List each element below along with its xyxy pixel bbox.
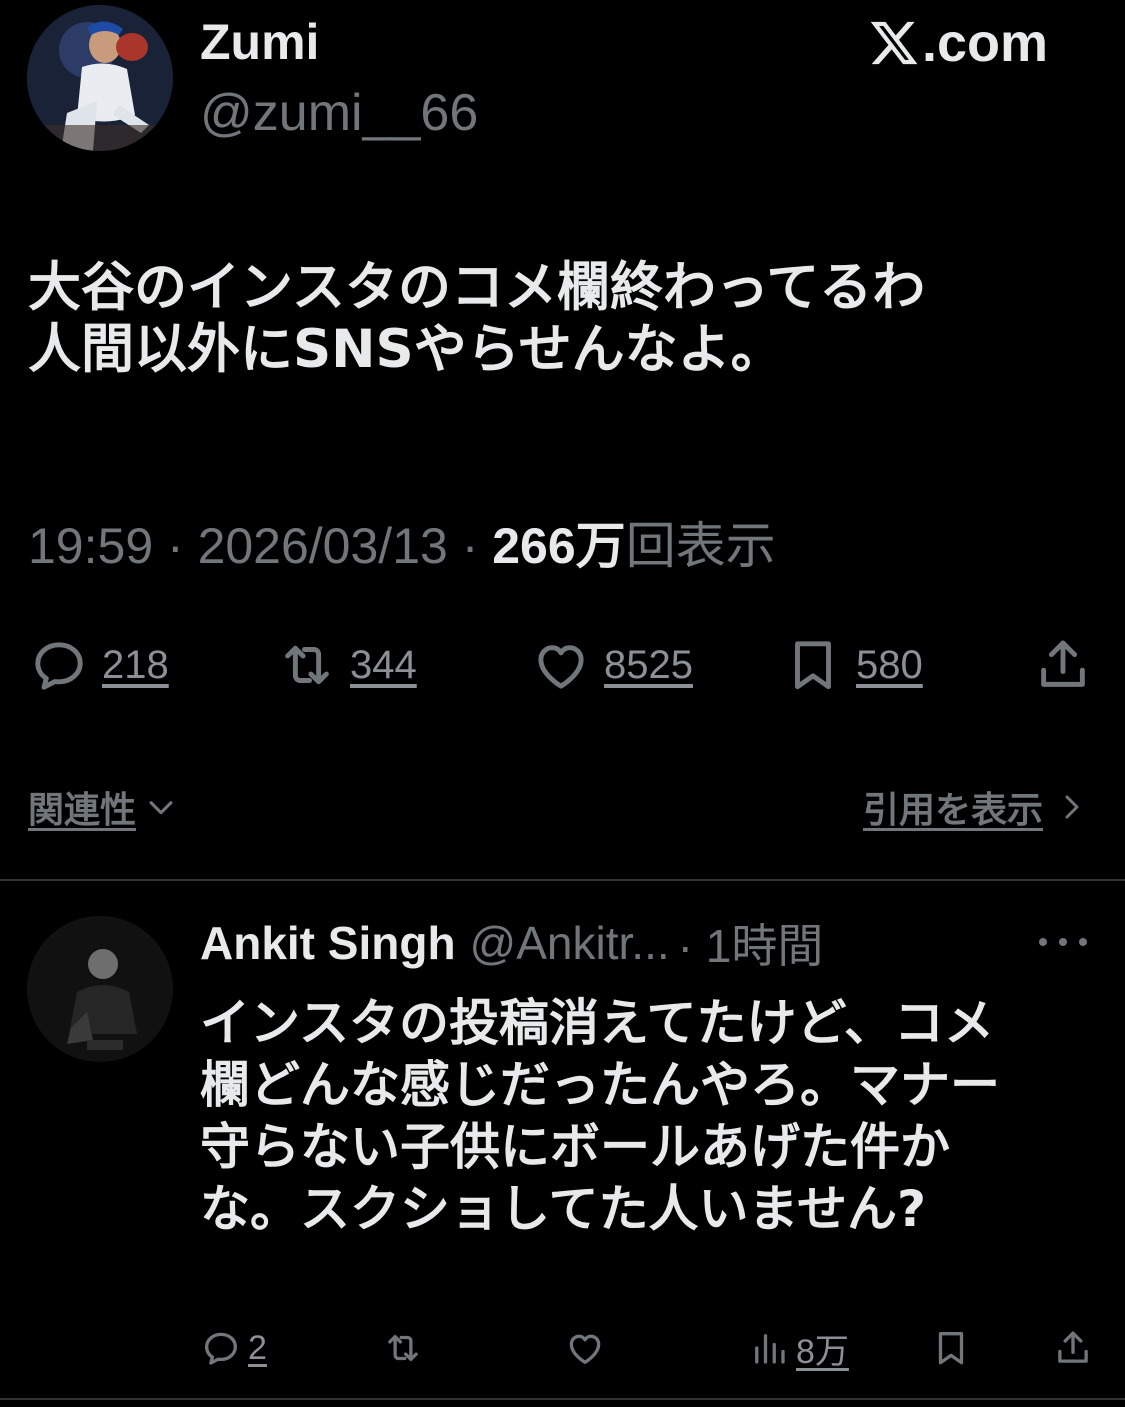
author-display-name[interactable]: Zumi (200, 12, 319, 72)
views-count: 266万 (492, 518, 626, 574)
like-button[interactable]: 8525 (530, 630, 693, 700)
repost-icon (388, 1334, 418, 1362)
reply-action-bar: 2 8万 (0, 1322, 1125, 1374)
reply-bookmark-button[interactable] (930, 1322, 972, 1374)
divider (0, 1398, 1125, 1400)
views-label: 回表示 (625, 518, 776, 574)
tweet-text: 大谷のインスタのコメ欄終わってるわ 人間以外にSNSやらせんなよ。 (28, 258, 1108, 380)
repost-icon (285, 645, 329, 685)
reply-author-name[interactable]: Ankit Singh (200, 916, 456, 970)
tweet-date[interactable]: 2026/03/13 (198, 518, 448, 574)
author-handle[interactable]: @zumi__66 (200, 82, 478, 144)
reply-count[interactable]: 218 (102, 643, 169, 688)
reply-like-button[interactable] (564, 1322, 606, 1374)
reply-header: Ankit Singh @Ankitr... · 1時間 (200, 912, 1100, 974)
tweet-time[interactable]: 19:59 (28, 518, 153, 574)
more-options-button[interactable] (1035, 920, 1091, 964)
bookmark-button[interactable]: 580 (782, 630, 923, 700)
share-icon (1058, 1331, 1088, 1363)
tweet-text-line: 大谷のインスタのコメ欄終わってるわ (28, 257, 926, 318)
reply-text-line: な。スクショしてた人いません? (200, 1180, 927, 1238)
divider (0, 879, 1125, 881)
meta-separator: · (447, 518, 493, 574)
heart-icon (569, 1334, 601, 1365)
share-button[interactable] (1032, 630, 1094, 700)
reply-reply-count[interactable]: 2 (248, 1329, 267, 1368)
reply-text-line: 守らない子供にボールあげた件か (200, 1118, 950, 1176)
reply-repost-button[interactable] (382, 1322, 424, 1374)
reply-text: インスタの投稿消えてたけど、コメ 欄どんな感じだったんやろ。マナー 守らない子供… (200, 992, 1100, 1240)
brand-text: .com (922, 13, 1049, 73)
reply-icon (204, 1332, 238, 1365)
author-avatar[interactable] (27, 5, 173, 151)
bookmark-icon (795, 641, 831, 690)
reply-button[interactable]: 218 (28, 630, 169, 700)
reply-author-avatar[interactable] (27, 916, 173, 1062)
reply-timestamp[interactable]: · 1時間 (678, 910, 824, 976)
reply-reply-button[interactable]: 2 (200, 1322, 267, 1374)
tweet-detail-page: Zumi @zumi__66 .com 大谷のインスタのコメ欄終わってるわ 人間… (0, 0, 1125, 1407)
view-quotes-label: 引用を表示 (862, 790, 1043, 831)
repost-button[interactable]: 344 (276, 630, 417, 700)
x-brand-label: .com (868, 12, 1048, 74)
share-icon (1041, 640, 1085, 687)
more-icon (1039, 938, 1087, 946)
reply-share-button[interactable] (1052, 1322, 1094, 1374)
reply-text-line: インスタの投稿消えてたけど、コメ (200, 994, 994, 1052)
chevron-right-icon (1065, 795, 1079, 819)
analytics-icon (755, 1334, 785, 1364)
reply-text-line: 欄どんな感じだったんやろ。マナー (200, 1056, 1000, 1114)
bookmark-icon (938, 1331, 964, 1365)
reply-icon (35, 642, 83, 690)
meta-separator: · (153, 518, 198, 574)
tweet-action-bar: 218 344 8525 580 (0, 630, 1125, 700)
chevron-down-icon (149, 801, 173, 815)
view-quotes-link[interactable]: 引用を表示 (863, 782, 1087, 832)
bookmark-count[interactable]: 580 (856, 643, 923, 688)
x-logo-icon (870, 21, 918, 65)
tweet-text-line: 人間以外にSNSやらせんなよ。 (28, 319, 784, 380)
tweet-meta: 19:59 · 2026/03/13 · 266万回表示 (28, 516, 776, 576)
relevance-label: 関連性 (28, 790, 137, 831)
heart-icon (538, 645, 584, 689)
reply-author-handle[interactable]: @Ankitr... (470, 916, 670, 970)
relevance-sort-button[interactable]: 関連性 (28, 782, 178, 832)
reply-views-count[interactable]: 8万 (796, 1324, 849, 1373)
reply-views-button[interactable]: 8万 (748, 1322, 849, 1374)
like-count[interactable]: 8525 (604, 643, 693, 688)
repost-count[interactable]: 344 (350, 643, 417, 688)
